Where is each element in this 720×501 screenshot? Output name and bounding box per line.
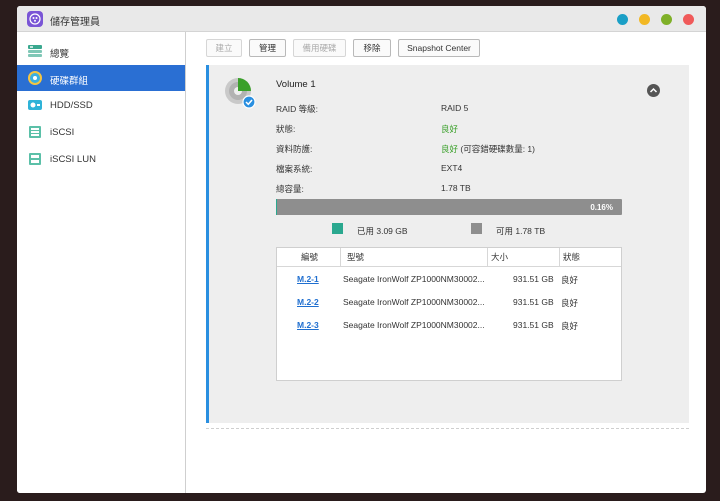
column-header-status[interactable]: 狀態 [563,248,580,266]
disk-id-link[interactable]: M.2-3 [297,320,319,330]
status-value: 良好 [441,124,459,134]
column-separator [487,248,488,266]
sidebar-item-disk-groups[interactable]: 硬碟群組 [17,65,185,91]
disk-id-link[interactable]: M.2-1 [297,274,319,284]
sidebar-item-label: iSCSI LUN [50,154,96,165]
sidebar-item-iscsi-lun[interactable]: iSCSI LUN [17,146,185,172]
storage-manager-window: 儲存管理員 總覽 硬碟群組 HDD/SSD iSCSI iSCSI LUN 建立… [17,6,706,493]
disk-status: 良好 [561,321,579,331]
storage-manager-app-icon [27,11,43,27]
maximize-button[interactable] [661,14,672,25]
used-legend-label: 已用 3.09 GB [357,226,408,236]
disk-model: Seagate IronWolf ZP1000NM30002... [343,274,485,284]
disk-size: 931.51 GB [513,320,554,330]
status-label: 狀態: [276,124,296,134]
disk-model: Seagate IronWolf ZP1000NM30002... [343,320,485,330]
toolbar: 建立 管理 備用硬碟 移除 Snapshot Center [186,32,706,62]
window-title: 儲存管理員 [50,17,100,28]
title-bar: 儲存管理員 [17,6,706,32]
column-header-id[interactable]: 編號 [301,248,318,266]
disk-model: Seagate IronWolf ZP1000NM30002... [343,297,485,307]
table-row[interactable]: M.2-2 Seagate IronWolf ZP1000NM30002... … [277,291,621,313]
disk-table: 編號 型號 大小 狀態 M.2-1 Seagate IronWolf ZP100… [276,247,622,381]
iscsi-icon [27,124,43,140]
capacity-usage-bar: 0.16% [276,199,622,215]
volume-panel: Volume 1 RAID 等級: RAID 5 狀態: 良好 資料防護: 良好… [206,65,689,423]
sidebar-item-label: HDD/SSD [50,100,93,111]
disk-status: 良好 [561,275,579,285]
column-header-size[interactable]: 大小 [491,248,508,266]
raid-level-label: RAID 等級: [276,104,319,114]
sidebar: 總覽 硬碟群組 HDD/SSD iSCSI iSCSI LUN [17,32,186,493]
column-separator [559,248,560,266]
disk-status: 良好 [561,298,579,308]
remove-button[interactable]: 移除 [353,39,391,57]
total-capacity-value: 1.78 TB [441,183,471,193]
collapse-icon[interactable] [647,84,660,97]
volume-icon [223,75,259,111]
snapshot-center-button[interactable]: Snapshot Center [398,39,480,57]
capacity-used-fill [276,199,277,215]
info-button[interactable] [617,14,628,25]
sidebar-item-label: iSCSI [50,127,75,138]
disk-id-link[interactable]: M.2-2 [297,297,319,307]
disk-group-icon [27,70,43,86]
data-protection-value: 良好 (可容錯硬碟數量: 1) [441,144,535,154]
used-legend-swatch [332,223,343,234]
table-header-divider [277,266,621,267]
disk-size: 931.51 GB [513,297,554,307]
manage-button[interactable]: 管理 [249,39,286,57]
volume-title: Volume 1 [276,79,316,90]
disk-size: 931.51 GB [513,274,554,284]
column-separator [340,248,341,266]
sidebar-item-label: 總覽 [50,49,70,60]
hot-spare-button[interactable]: 備用硬碟 [293,39,346,57]
panel-divider [206,428,689,429]
free-legend-label: 可用 1.78 TB [496,226,546,236]
overview-icon [27,43,43,59]
free-legend-swatch [471,223,482,234]
sidebar-item-overview[interactable]: 總覽 [17,38,185,64]
usage-percent: 0.16% [590,203,613,212]
sidebar-item-iscsi[interactable]: iSCSI [17,119,185,145]
close-button[interactable] [683,14,694,25]
main-content: 建立 管理 備用硬碟 移除 Snapshot Center Volume 1 R… [186,32,706,493]
total-capacity-label: 總容量: [276,184,304,194]
raid-level-value: RAID 5 [441,103,469,113]
sidebar-item-label: 硬碟群組 [50,76,89,87]
table-row[interactable]: M.2-1 Seagate IronWolf ZP1000NM30002... … [277,268,621,290]
file-system-value: EXT4 [441,163,463,173]
column-header-model[interactable]: 型號 [347,248,364,266]
data-protection-label: 資料防護: [276,144,313,154]
file-system-label: 檔案系統: [276,164,313,174]
table-row[interactable]: M.2-3 Seagate IronWolf ZP1000NM30002... … [277,314,621,336]
hdd-icon [27,97,43,113]
sidebar-item-hdd-ssd[interactable]: HDD/SSD [17,92,185,118]
create-button[interactable]: 建立 [206,39,242,57]
iscsi-lun-icon [27,151,43,167]
minimize-button[interactable] [639,14,650,25]
